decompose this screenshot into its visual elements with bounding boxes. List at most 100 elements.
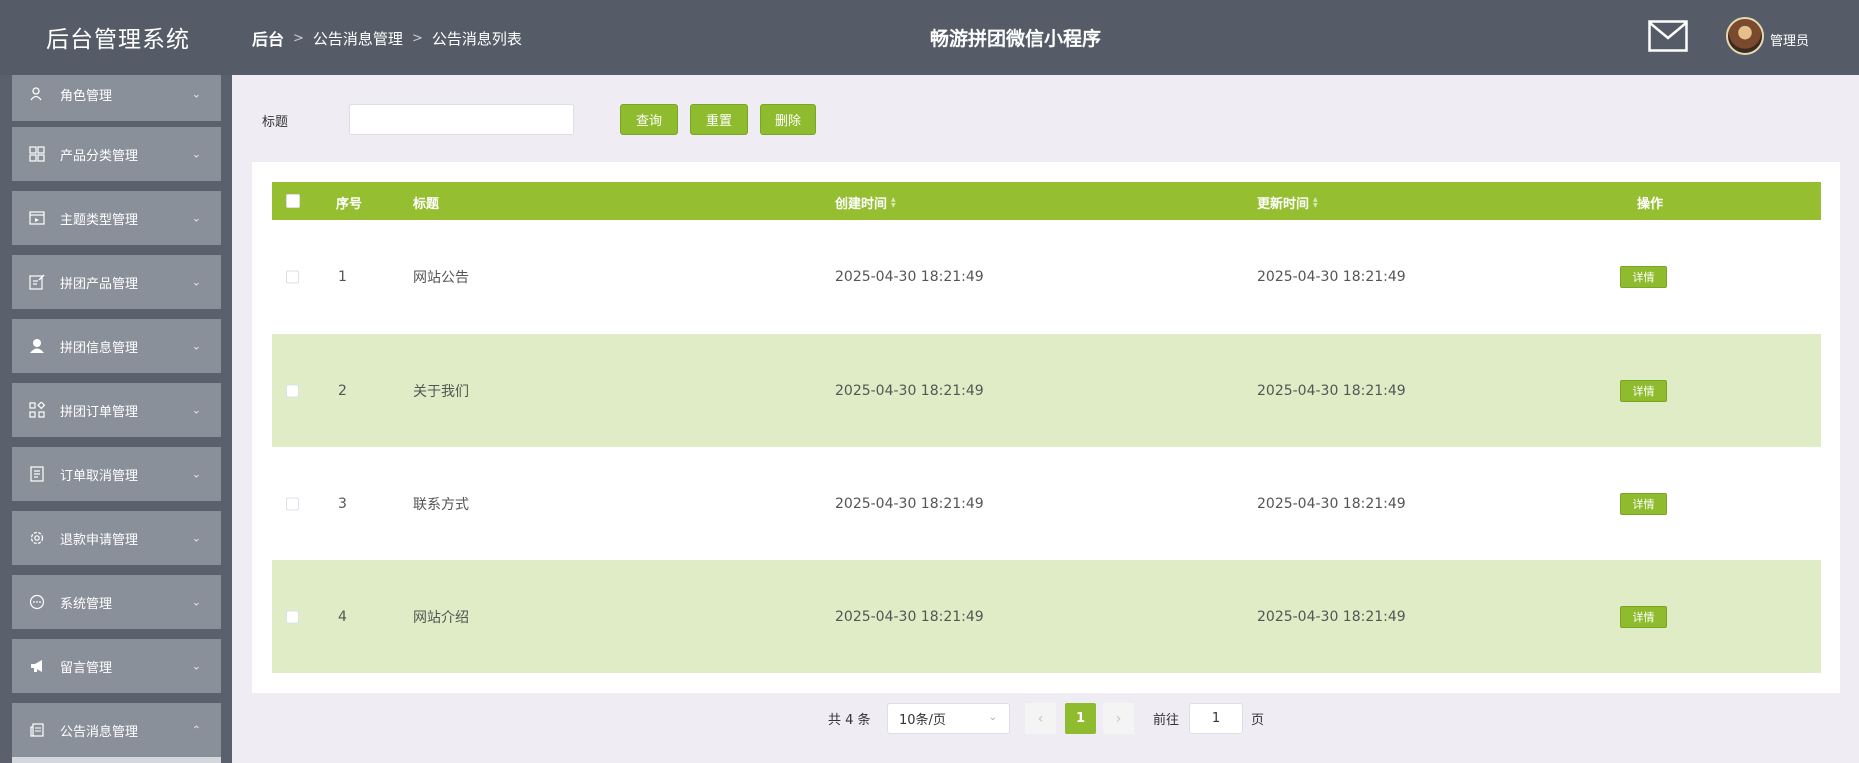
sidebar-item-label: 角色管理 <box>60 88 113 104</box>
row-updated-time: 2025-04-30 18:21:49 <box>1257 268 1406 285</box>
breadcrumb-item-announcement-management[interactable]: 公告消息管理 <box>313 28 403 49</box>
breadcrumb-separator-icon: > <box>293 30 304 46</box>
row-index: 1 <box>338 268 347 285</box>
sidebar: 角色管理 ⌄ 产品分类管理 ⌄ 主题类型管理 ⌄ 拼团产品管理 ⌄ 拼团信息管理… <box>0 75 232 763</box>
detail-button[interactable]: 详情 <box>1620 605 1667 628</box>
news-icon <box>28 721 46 739</box>
breadcrumb-home[interactable]: 后台 <box>252 26 284 50</box>
delete-button[interactable]: 删除 <box>760 104 816 135</box>
select-all-checkbox[interactable] <box>286 194 300 208</box>
detail-button[interactable]: 详情 <box>1620 265 1667 288</box>
table-row: 4 网站介绍 2025-04-30 18:21:49 2025-04-30 18… <box>272 560 1821 673</box>
chevron-down-icon: ⌄ <box>191 467 201 481</box>
app-title: 后台管理系统 <box>46 27 190 53</box>
detail-button[interactable]: 详情 <box>1620 492 1667 515</box>
chevron-down-icon: ⌄ <box>191 275 201 289</box>
row-title: 联系方式 <box>413 496 469 513</box>
megaphone-icon <box>28 657 46 675</box>
sidebar-item-label: 拼团产品管理 <box>60 276 139 292</box>
sidebar-item-order-cancel[interactable]: 订单取消管理 ⌄ <box>12 447 221 501</box>
sidebar-item-label: 主题类型管理 <box>60 212 139 228</box>
admin-name[interactable]: 管理员 <box>1770 30 1809 49</box>
row-updated-time: 2025-04-30 18:21:49 <box>1257 382 1406 399</box>
user-role-icon <box>28 85 46 103</box>
row-created-time: 2025-04-30 18:21:49 <box>835 608 984 625</box>
sort-icon[interactable]: ▲ ▼ <box>891 196 896 209</box>
sidebar-item-group-order[interactable]: 拼团订单管理 ⌄ <box>12 383 221 437</box>
chevron-down-icon: ⌄ <box>191 339 201 353</box>
sidebar-item-refund-request[interactable]: 退款申请管理 ⌄ <box>12 511 221 565</box>
page-size-select[interactable]: 10条/页 ⌄ <box>887 703 1010 734</box>
column-header-title: 标题 <box>413 197 440 212</box>
chevron-down-icon: ⌄ <box>191 211 201 225</box>
sidebar-item-theme-type[interactable]: 主题类型管理 ⌄ <box>12 191 221 245</box>
sidebar-item-group-info[interactable]: 拼团信息管理 ⌄ <box>12 319 221 373</box>
column-header-index: 序号 <box>336 197 363 212</box>
title-search-input[interactable] <box>349 104 574 135</box>
sidebar-item-label: 拼团订单管理 <box>60 404 139 420</box>
query-button[interactable]: 查询 <box>620 104 678 135</box>
row-checkbox[interactable] <box>286 270 299 283</box>
title-search-label: 标题 <box>262 115 289 130</box>
edit-doc-icon <box>28 273 46 291</box>
column-header-updated[interactable]: 更新时间 ▲ ▼ <box>1257 193 1318 212</box>
sidebar-item-product-category[interactable]: 产品分类管理 ⌄ <box>12 127 221 181</box>
chevron-down-icon: ⌄ <box>191 403 201 417</box>
sidebar-item-label: 产品分类管理 <box>60 148 139 164</box>
row-checkbox[interactable] <box>286 497 299 510</box>
sidebar-item-role-management[interactable]: 角色管理 ⌄ <box>12 75 221 121</box>
row-title: 网站介绍 <box>413 609 469 626</box>
detail-button[interactable]: 详情 <box>1620 379 1667 402</box>
top-header: 后台管理系统 后台 > 公告消息管理 > 公告消息列表 畅游拼团微信小程序 管理… <box>0 0 1859 75</box>
page-suffix-label: 页 <box>1251 713 1265 728</box>
table-header: 序号 标题 创建时间 ▲ ▼ 更新时间 ▲ ▼ 操作 <box>272 182 1821 220</box>
reset-button[interactable]: 重置 <box>690 104 748 135</box>
next-page-button[interactable]: › <box>1103 703 1134 734</box>
chat-icon <box>28 593 46 611</box>
row-created-time: 2025-04-30 18:21:49 <box>835 495 984 512</box>
mini-program-title: 畅游拼团微信小程序 <box>930 28 1102 50</box>
row-checkbox[interactable] <box>286 610 299 623</box>
goto-label: 前往 <box>1153 713 1180 728</box>
sidebar-item-message-management[interactable]: 留言管理 ⌄ <box>12 639 221 693</box>
goto-page-input[interactable]: 1 <box>1189 703 1243 734</box>
sort-icon[interactable]: ▲ ▼ <box>1313 196 1318 209</box>
column-header-created[interactable]: 创建时间 ▲ ▼ <box>835 193 896 212</box>
sidebar-item-label: 系统管理 <box>60 596 113 612</box>
receipt-icon <box>28 465 46 483</box>
sidebar-item-label: 订单取消管理 <box>60 468 139 484</box>
prev-page-button[interactable]: ‹ <box>1025 703 1056 734</box>
page-number-current[interactable]: 1 <box>1065 703 1096 734</box>
row-created-time: 2025-04-30 18:21:49 <box>835 268 984 285</box>
sidebar-item-label: 拼团信息管理 <box>60 340 139 356</box>
chevron-down-icon: ⌄ <box>191 531 201 545</box>
column-header-label: 创建时间 <box>835 197 888 212</box>
chevron-down-icon: ⌄ <box>191 659 201 673</box>
column-header-actions: 操作 <box>1637 197 1664 212</box>
grid-icon <box>28 145 46 163</box>
row-checkbox[interactable] <box>286 384 299 397</box>
avatar[interactable] <box>1726 17 1764 55</box>
mail-icon[interactable] <box>1648 20 1688 52</box>
breadcrumb: 后台 > 公告消息管理 > 公告消息列表 <box>252 26 522 50</box>
sidebar-item-label: 留言管理 <box>60 660 113 676</box>
row-updated-time: 2025-04-30 18:21:49 <box>1257 608 1406 625</box>
sidebar-item-announcement-management[interactable]: 公告消息管理 ⌃ <box>12 703 221 757</box>
table-row: 3 联系方式 2025-04-30 18:21:49 2025-04-30 18… <box>272 447 1821 560</box>
table-row: 1 网站公告 2025-04-30 18:21:49 2025-04-30 18… <box>272 220 1821 333</box>
submenu-active-item[interactable] <box>12 757 221 763</box>
row-created-time: 2025-04-30 18:21:49 <box>835 382 984 399</box>
chevron-down-icon: ⌄ <box>988 712 997 723</box>
chevron-down-icon: ⌄ <box>191 147 201 161</box>
chevron-up-icon: ⌃ <box>191 723 201 737</box>
gear-icon <box>28 529 46 547</box>
row-index: 3 <box>338 495 347 512</box>
chevron-down-icon: ⌄ <box>191 595 201 609</box>
person-icon <box>28 337 46 355</box>
page-size-value: 10条/页 <box>899 713 946 728</box>
table-row: 2 关于我们 2025-04-30 18:21:49 2025-04-30 18… <box>272 334 1821 447</box>
sidebar-item-group-product[interactable]: 拼团产品管理 ⌄ <box>12 255 221 309</box>
column-header-label: 更新时间 <box>1257 197 1310 212</box>
sidebar-item-system-management[interactable]: 系统管理 ⌄ <box>12 575 221 629</box>
row-title: 网站公告 <box>413 269 469 286</box>
